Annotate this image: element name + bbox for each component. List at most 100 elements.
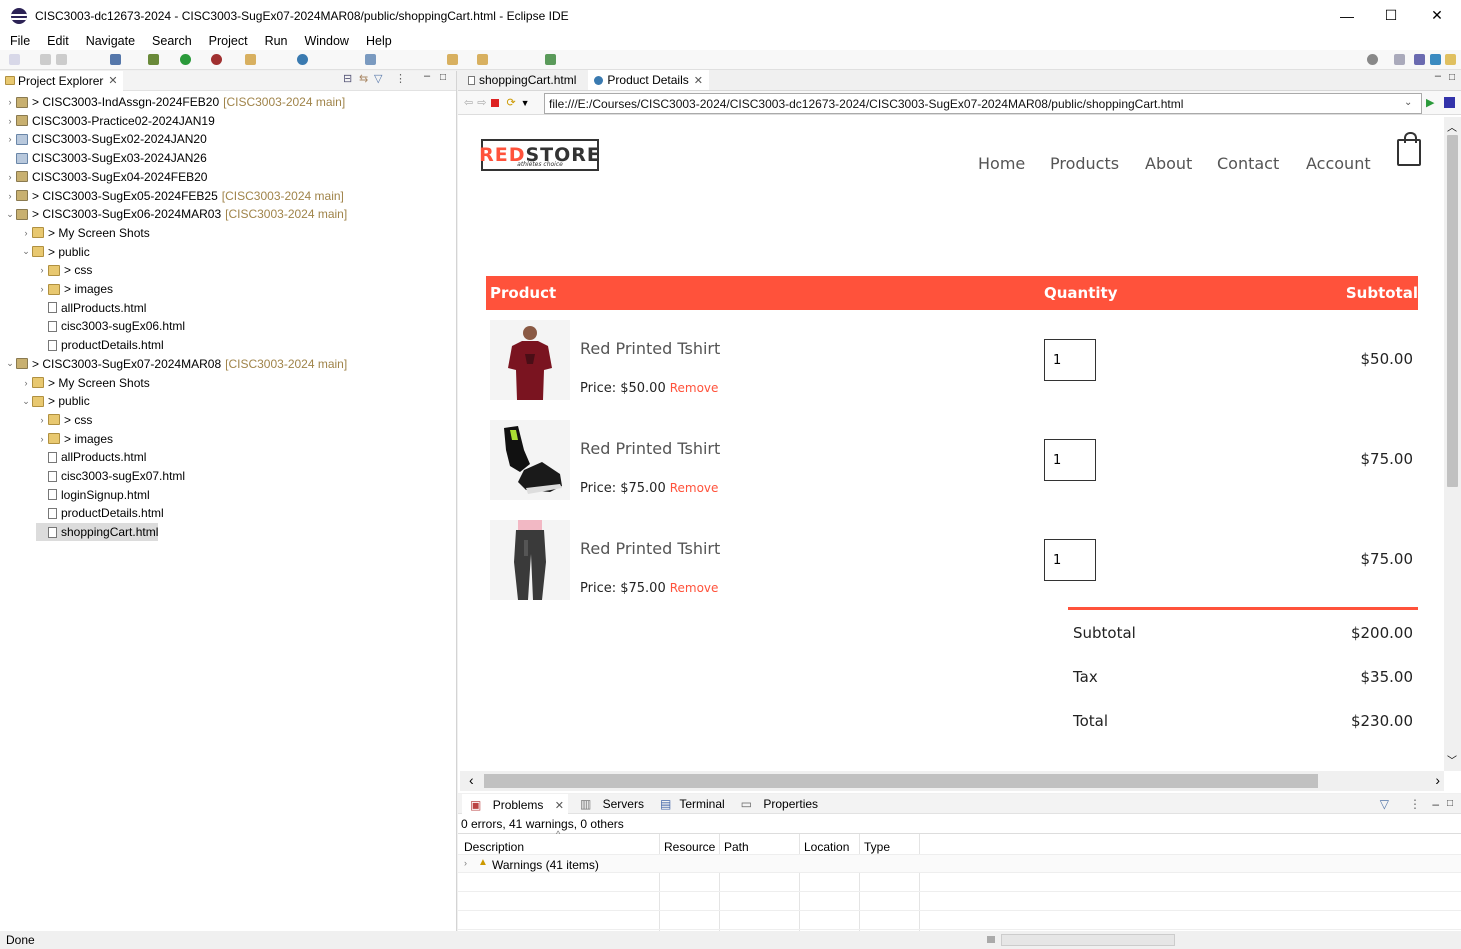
search-toolbar-icon[interactable] — [365, 54, 376, 65]
minimize-button[interactable]: — — [1324, 0, 1370, 31]
tree-project-item[interactable]: ⌄ > CISC3003-SugEx07-2024MAR08 [CISC3003-2… — [4, 355, 347, 373]
tab-terminal[interactable]: ▤ Terminal — [652, 797, 729, 811]
tab-product-details[interactable]: Product Details ✕ — [588, 70, 709, 90]
chevron-right-icon[interactable]: › — [4, 134, 16, 144]
view-menu-icon[interactable]: ⋮ — [395, 72, 406, 85]
stop-icon[interactable] — [491, 98, 500, 107]
pin-icon[interactable] — [545, 54, 556, 65]
quantity-input[interactable]: 1 — [1044, 439, 1096, 481]
horizontal-scroll-thumb[interactable] — [484, 774, 1318, 788]
maximize-editor-icon[interactable]: □ — [1449, 72, 1455, 83]
minimize-view-icon[interactable]: – — [1430, 797, 1441, 811]
debug-icon[interactable] — [148, 54, 159, 65]
chevron-down-icon[interactable]: ⌄ — [4, 209, 16, 220]
tab-servers[interactable]: ▥ Servers — [572, 797, 648, 811]
chevron-right-icon[interactable]: › — [20, 378, 32, 388]
chevron-right-icon[interactable]: › — [4, 116, 16, 126]
tree-folder-item[interactable]: › > css — [36, 411, 93, 429]
chevron-right-icon[interactable]: › — [36, 415, 48, 425]
quantity-input[interactable]: 1 — [1044, 539, 1096, 581]
save-all-icon[interactable] — [56, 54, 67, 65]
open-external-icon[interactable] — [1444, 97, 1455, 108]
tab-properties[interactable]: ▭ Properties — [733, 797, 822, 811]
tree-file-item[interactable]: cisc3003-sugEx07.html — [36, 467, 185, 485]
chevron-right-icon[interactable]: › — [4, 97, 16, 107]
minimize-editor-icon[interactable]: – — [1435, 70, 1441, 82]
vertical-scroll-thumb[interactable] — [1447, 135, 1458, 487]
scroll-right-icon[interactable]: › — [1435, 772, 1440, 788]
close-icon[interactable]: ✕ — [108, 74, 117, 87]
tree-file-item[interactable]: allProducts.html — [36, 299, 146, 317]
tree-project-item[interactable]: CISC3003-SugEx03-2024JAN26 — [4, 149, 207, 167]
tree-project-item[interactable]: › CISC3003-SugEx04-2024FEB20 — [4, 168, 208, 186]
maximize-view-icon[interactable]: □ — [440, 72, 446, 83]
header-location[interactable]: Location — [804, 840, 849, 854]
open-perspective-icon[interactable] — [1394, 54, 1405, 65]
nav-account[interactable]: Account — [1306, 154, 1371, 173]
forward-icon[interactable] — [477, 54, 488, 65]
perspective-git-icon[interactable] — [1445, 54, 1456, 65]
tree-folder-item[interactable]: › > My Screen Shots — [20, 224, 150, 242]
web-browser-icon[interactable] — [297, 54, 308, 65]
header-type[interactable]: Type — [864, 840, 890, 854]
cart-icon[interactable] — [1397, 132, 1421, 166]
back-icon[interactable] — [447, 54, 458, 65]
remove-link[interactable]: Remove — [670, 381, 719, 395]
menu-edit[interactable]: Edit — [37, 34, 76, 48]
header-resource[interactable]: Resource — [664, 840, 715, 854]
link-editor-icon[interactable]: ⇆ — [359, 72, 368, 85]
tree-folder-item[interactable]: ⌄ > public — [20, 392, 89, 410]
console-icon[interactable] — [110, 54, 121, 65]
nav-contact[interactable]: Contact — [1217, 154, 1279, 173]
tree-folder-item[interactable]: › > css — [36, 261, 93, 279]
chevron-right-icon[interactable]: › — [36, 265, 48, 275]
run-icon[interactable] — [180, 54, 191, 65]
tree-file-item[interactable]: productDetails.html — [36, 504, 164, 522]
remove-link[interactable]: Remove — [670, 481, 719, 495]
menu-file[interactable]: File — [0, 34, 37, 48]
tree-file-item[interactable]: loginSignup.html — [36, 486, 150, 504]
scroll-down-icon[interactable]: ﹀ — [1447, 752, 1457, 767]
chevron-down-icon[interactable]: ⌄ — [4, 358, 16, 369]
nav-about[interactable]: About — [1145, 154, 1192, 173]
url-dropdown-icon[interactable]: ⌄ — [1404, 97, 1412, 108]
menu-help[interactable]: Help — [356, 34, 399, 48]
close-icon[interactable]: ✕ — [694, 74, 703, 87]
save-icon[interactable] — [40, 54, 51, 65]
go-icon[interactable]: ▶ — [1426, 96, 1434, 109]
menu-run[interactable]: Run — [255, 34, 295, 48]
chevron-down-icon[interactable]: ⌄ — [20, 246, 32, 257]
menu-navigate[interactable]: Navigate — [76, 34, 142, 48]
chevron-right-icon[interactable]: › — [36, 434, 48, 444]
menu-window[interactable]: Window — [295, 34, 356, 48]
close-icon[interactable]: ✕ — [553, 800, 566, 812]
menu-project[interactable]: Project — [199, 34, 255, 48]
chevron-right-icon[interactable]: › — [464, 858, 467, 868]
scroll-left-icon[interactable]: ‹ — [469, 772, 474, 788]
table-row[interactable]: › ▲ Warnings (41 items) — [458, 854, 1461, 873]
forward-icon[interactable]: ⇨ — [477, 96, 486, 109]
tab-project-explorer[interactable]: Project Explorer ✕ — [0, 70, 123, 91]
chevron-right-icon[interactable]: › — [4, 172, 16, 182]
filter-icon[interactable]: ▽ — [374, 72, 382, 85]
quantity-input[interactable]: 1 — [1044, 339, 1096, 381]
header-path[interactable]: Path — [724, 840, 749, 854]
perspective-web-icon[interactable] — [1430, 54, 1441, 65]
view-menu-icon[interactable]: ⋮ — [1407, 797, 1423, 811]
collapse-all-icon[interactable]: ⊟ — [343, 72, 352, 85]
tree-folder-item[interactable]: › > My Screen Shots — [20, 374, 150, 392]
external-tools-icon[interactable] — [211, 54, 222, 65]
new-icon[interactable] — [9, 54, 20, 65]
nav-home[interactable]: Home — [978, 154, 1025, 173]
remove-link[interactable]: Remove — [670, 581, 719, 595]
tree-folder-item[interactable]: › > images — [36, 280, 114, 298]
tree-project-item[interactable]: ⌄ > CISC3003-SugEx06-2024MAR03 [CISC3003-2… — [4, 205, 347, 223]
open-folder-icon[interactable] — [245, 54, 256, 65]
tree-file-item[interactable]: shoppingCart.html — [36, 523, 159, 542]
chevron-right-icon[interactable]: › — [36, 284, 48, 294]
minimize-view-icon[interactable]: – — [424, 70, 430, 82]
horizontal-scrollbar[interactable]: ‹ › — [460, 771, 1444, 791]
chevron-down-icon[interactable]: ⌄ — [20, 396, 32, 407]
tree-file-item[interactable]: allProducts.html — [36, 448, 146, 466]
tree-project-item[interactable]: › CISC3003-SugEx02-2024JAN20 — [4, 130, 207, 148]
